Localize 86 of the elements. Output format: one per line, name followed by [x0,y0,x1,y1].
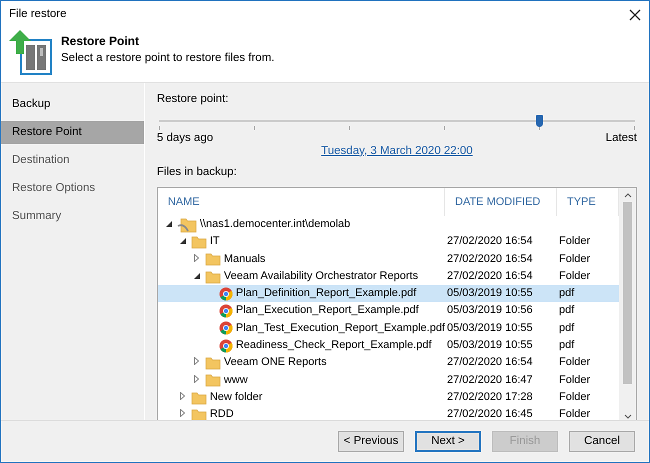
file-name: Plan_Test_Execution_Report_Example.pdf [236,320,445,336]
browser-file-icon [218,321,233,336]
file-name: Plan_Definition_Report_Example.pdf [236,286,416,302]
tree-row[interactable]: \\nas1.democenter.int\demolab [158,216,619,234]
collapsed-arrow-icon[interactable] [180,409,186,418]
tree-row[interactable]: Manuals 27/02/2020 16:54 Folder [158,250,619,268]
collapsed-arrow-icon[interactable] [180,392,186,400]
column-header[interactable]: NAME [158,188,445,216]
tree-row[interactable]: RDD 27/02/2020 16:45 Folder [158,406,619,424]
file-type: Folder [559,390,590,403]
date-modified: 27/02/2020 16:45 [447,408,533,420]
header-title: Restore Point [61,33,140,50]
close-icon[interactable] [629,8,641,20]
scroll-up-icon[interactable] [624,193,632,198]
folder-icon [204,356,221,370]
folder-icon [190,408,207,422]
date-modified: 27/02/2020 16:47 [447,374,533,386]
header-subtitle: Select a restore point to restore files from. [61,51,274,66]
date-modified: 05/03/2019 10:55 [447,322,533,334]
expanded-arrow-icon[interactable] [180,238,186,244]
file-type: pdf [559,287,574,300]
tree-row[interactable]: Readiness_Check_Report_Example.pdf 05/03/2019 10:55 pdf [158,337,619,354]
file-name: IT [210,234,220,250]
expanded-arrow-icon[interactable] [166,221,172,227]
slider-label: Restore point: [156,92,230,107]
date-modified: 05/03/2019 10:56 [447,304,533,316]
file-type: Folder [559,252,590,265]
tree-row[interactable]: Veeam ONE Reports 27/02/2020 16:54 Folder [158,354,619,372]
files-label: Files in backup: [156,164,238,180]
column-header[interactable]: DATE MODIFIED [445,188,557,216]
scrollbar-thumb[interactable] [623,202,632,384]
file-name: www [224,372,248,388]
file-type: Folder [559,235,590,248]
folder-icon [204,373,221,388]
wizard-button[interactable]: < Previous [338,431,404,452]
date-modified: 27/02/2020 16:54 [447,356,533,368]
file-name: Readiness_Check_Report_Example.pdf [236,338,432,354]
scroll-down-icon[interactable] [624,414,632,419]
date-modified: 05/03/2019 10:55 [447,287,533,300]
browser-file-icon [218,304,233,318]
sidebar-item[interactable]: Backup [1,93,144,116]
sidebar-item[interactable]: Restore Point [1,121,144,144]
folder-icon [190,234,207,249]
collapsed-arrow-icon[interactable] [194,254,200,262]
folder-icon [204,252,221,266]
collapsed-arrow-icon[interactable] [194,374,200,383]
tree-row[interactable]: Plan_Execution_Report_Example.pdf 05/03/2019 10:56 pdf [158,302,619,320]
folder-icon [190,390,207,405]
file-type: pdf [559,339,574,352]
restore-server-icon [7,28,53,75]
slider-min-label: 5 days ago [156,131,214,146]
tree-row[interactable]: IT 27/02/2020 16:54 Folder [158,233,619,251]
date-modified: 27/02/2020 16:54 [447,270,533,282]
file-name: New folder [210,390,262,405]
restore-date-link[interactable]: Tuesday, 3 March 2020 22:00 [321,144,473,156]
date-modified: 27/02/2020 16:54 [447,235,533,248]
file-type: Folder [559,270,590,282]
date-modified: 05/03/2019 10:55 [447,339,533,352]
file-name: Manuals [224,252,266,267]
window-title: File restore [9,6,67,22]
date-modified: 27/02/2020 17:28 [447,390,533,403]
file-name: RDD [210,407,234,422]
file-name: Veeam Availability Orchestrator Reports [224,268,418,284]
file-type: pdf [559,322,574,334]
tree-row[interactable]: www 27/02/2020 16:47 Folder [158,372,619,389]
file-type: Folder [559,374,590,386]
browser-file-icon [218,286,233,301]
collapsed-arrow-icon[interactable] [194,357,200,366]
file-name: Veeam ONE Reports [224,355,327,370]
slider-max-label: Latest [606,131,637,146]
wizard-button[interactable]: Cancel [569,431,635,452]
network-folder-icon [176,216,197,233]
wizard-button[interactable]: Next > [415,431,481,452]
file-type: Folder [559,356,590,368]
expanded-arrow-icon[interactable] [194,272,200,279]
tree-row[interactable]: Veeam Availability Orchestrator Reports 27/02/2020 16:54 Folder [158,268,619,286]
tree-row[interactable]: Plan_Definition_Report_Example.pdf 05/03/2019 10:55 pdf [158,285,619,302]
tree-row[interactable]: New folder 27/02/2020 17:28 Folder [158,388,619,406]
file-type: Folder [559,408,590,420]
file-type: pdf [559,304,574,316]
slider-thumb[interactable] [536,115,544,128]
tree-row[interactable]: Plan_Test_Execution_Report_Example.pdf 05/03/2019 10:55 pdf [158,320,619,338]
browser-file-icon [218,338,233,353]
file-name: \\nas1.democenter.int\demolab [200,217,350,232]
date-modified: 27/02/2020 16:54 [447,252,533,265]
file-name: Plan_Execution_Report_Example.pdf [236,303,419,318]
